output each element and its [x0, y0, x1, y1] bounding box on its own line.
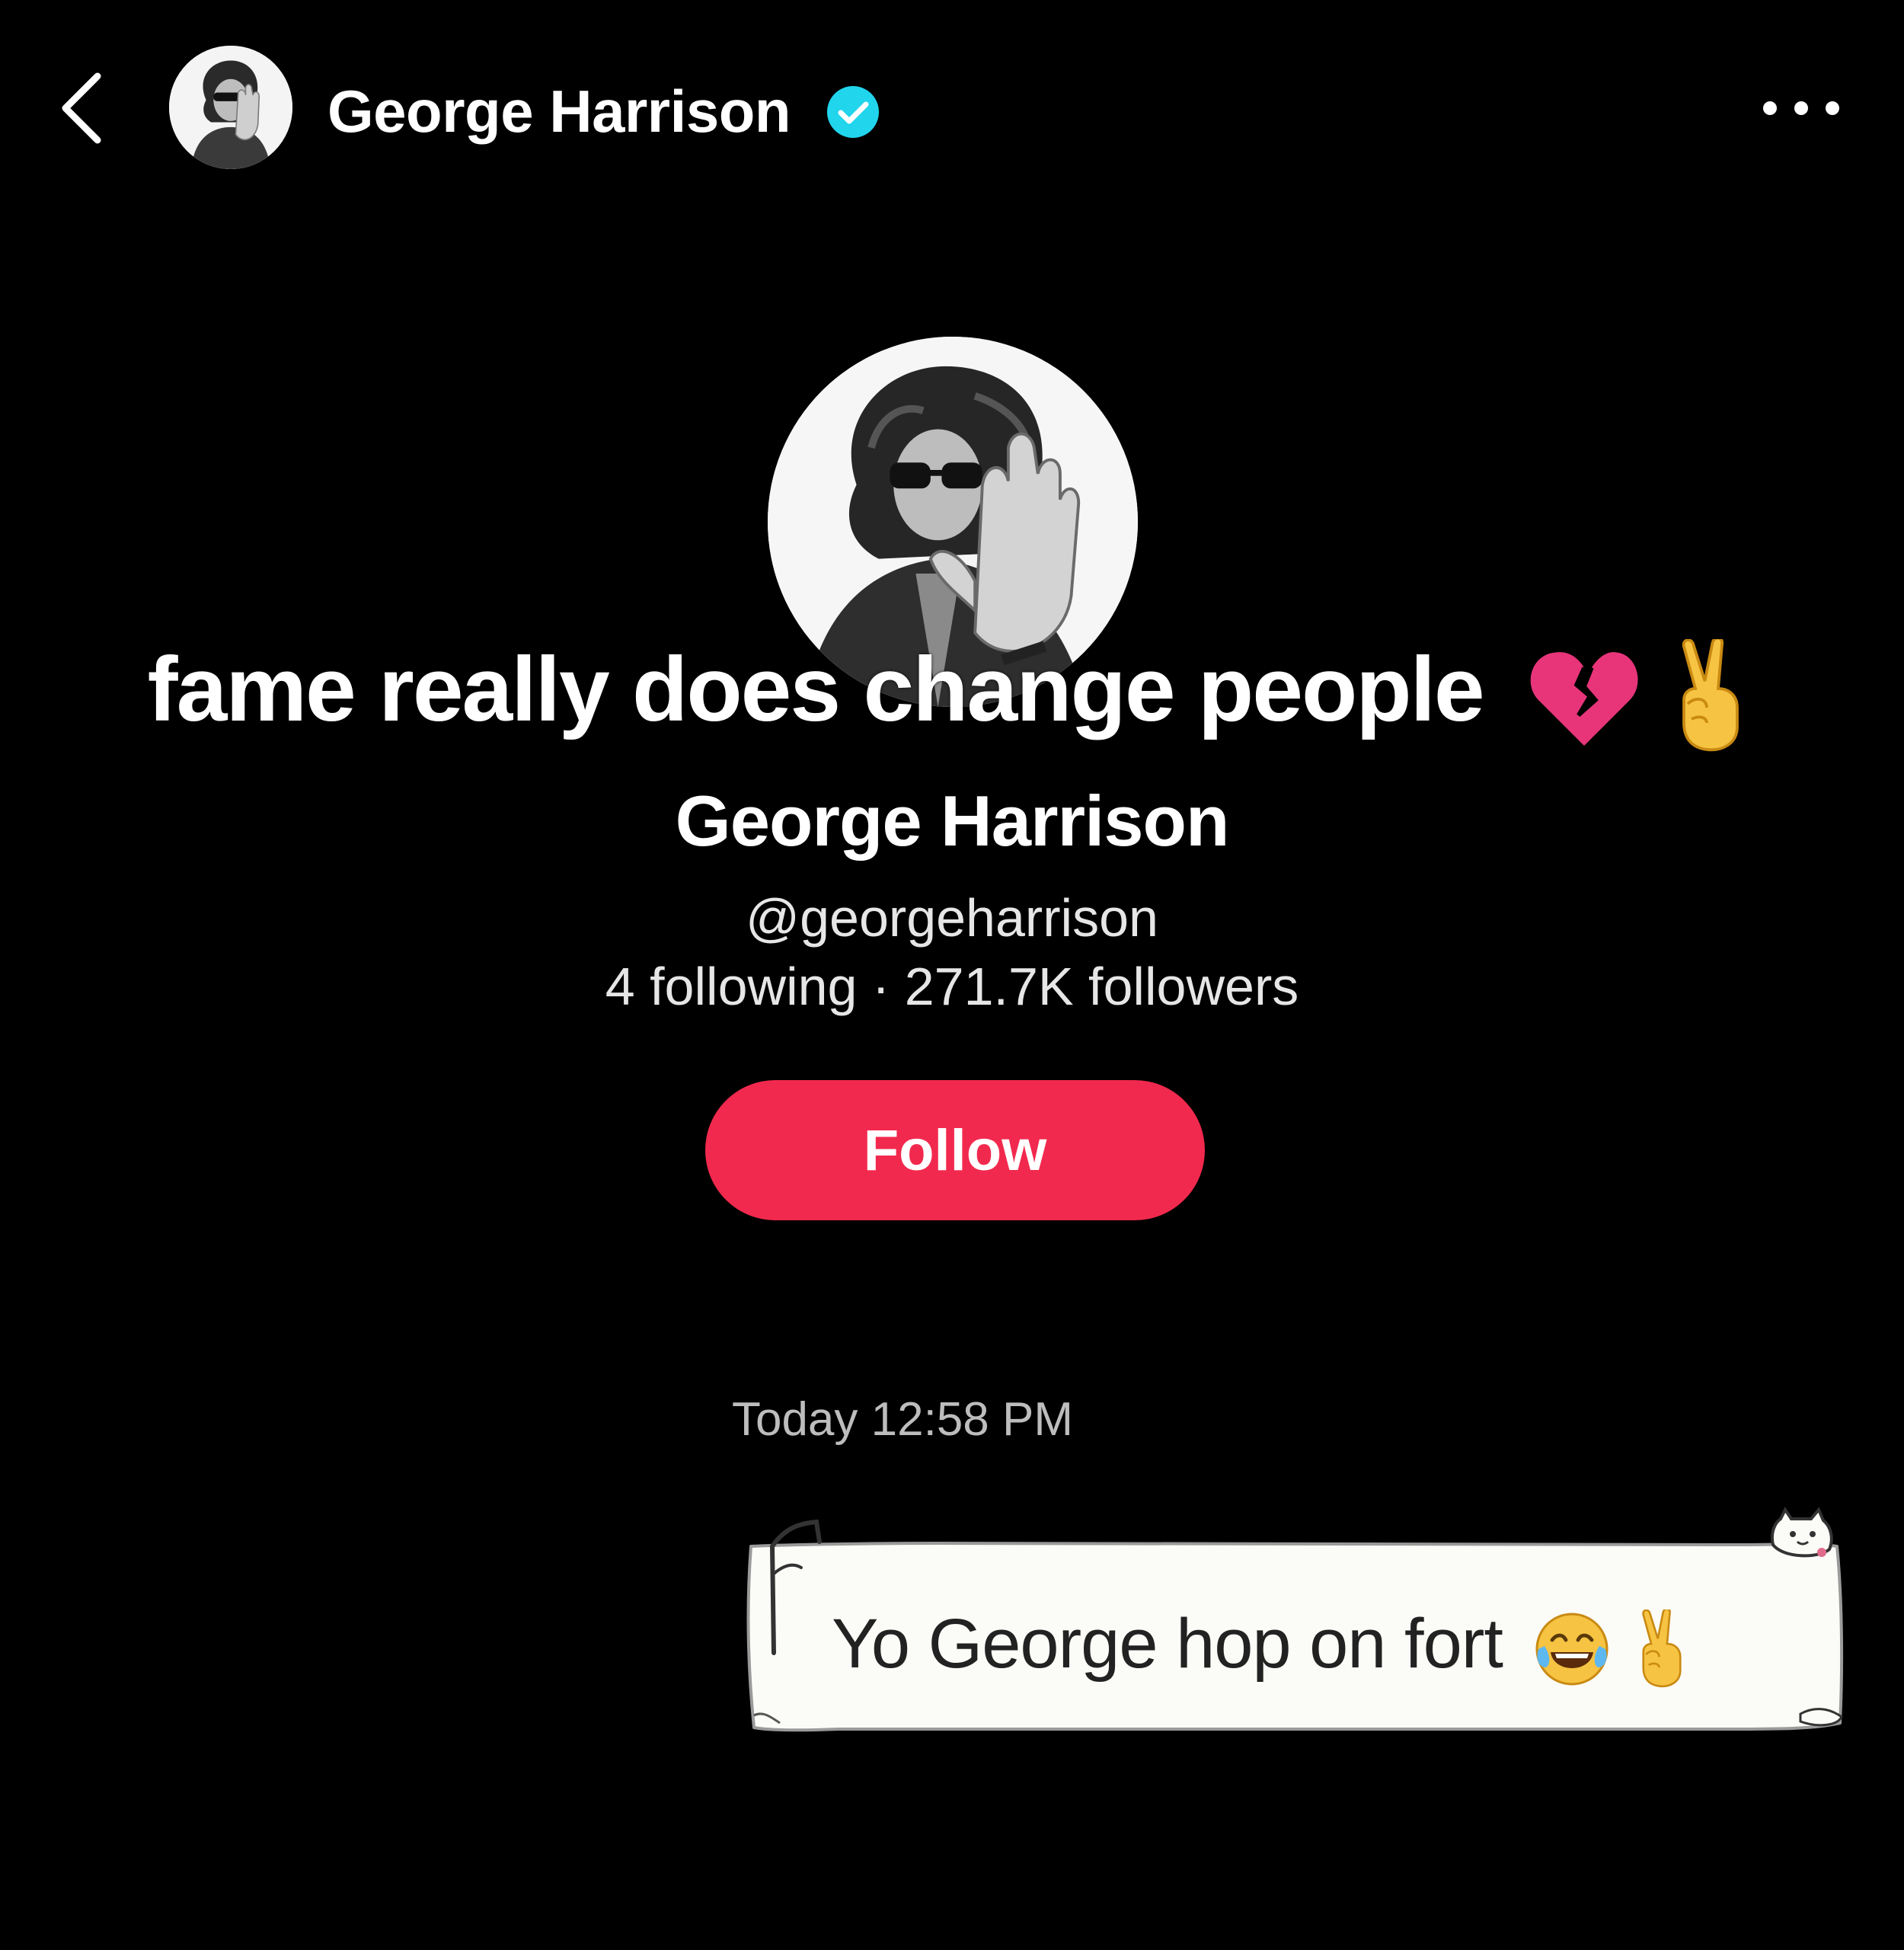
following-label[interactable]: following	[650, 957, 857, 1016]
profile-display-name: George Harrison	[675, 781, 1230, 861]
back-chevron-icon	[62, 72, 101, 144]
profile-username: @georgeharrison	[746, 888, 1158, 948]
following-count[interactable]: 4	[605, 957, 635, 1016]
header-display-name[interactable]: George Harrison	[327, 75, 791, 148]
avatar-photo	[169, 46, 292, 169]
broken-heart-emoji	[1530, 652, 1638, 746]
video-caption-overlay: fame really does change people	[0, 632, 1904, 753]
verified-badge-icon	[827, 86, 879, 138]
message-text: Yo George hop on fort	[832, 1605, 1503, 1683]
followers-count[interactable]: 271.7K	[905, 957, 1074, 1016]
header-avatar[interactable]	[169, 46, 292, 169]
more-options-button[interactable]	[1759, 91, 1843, 125]
cat-doodle	[1771, 1507, 1833, 1558]
message-text-line: Yo George hop on fort	[832, 1598, 1694, 1689]
message-timestamp: Today 12:58 PM	[731, 1393, 1074, 1446]
stats-separator: ·	[871, 957, 890, 1016]
dm-screen: George Harrison fame really does change …	[0, 0, 1904, 1950]
follow-button[interactable]: Follow	[705, 1080, 1205, 1220]
more-dots-icon	[1763, 101, 1839, 115]
back-button[interactable]	[53, 70, 114, 146]
victory-hand-emoji	[1682, 639, 1739, 752]
followers-label[interactable]: followers	[1088, 957, 1299, 1016]
caption-text: fame really does change people	[147, 638, 1485, 740]
victory-hand-emoji	[1642, 1609, 1682, 1687]
follow-stats: 4 following · 271.7K followers	[0, 954, 1904, 1019]
tears-of-joy-emoji	[1535, 1613, 1608, 1686]
